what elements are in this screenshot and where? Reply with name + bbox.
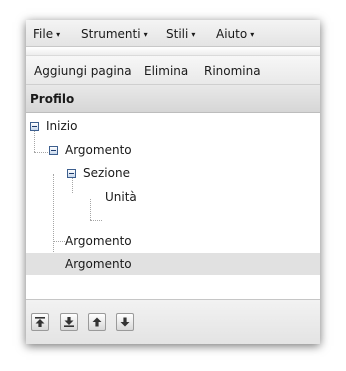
collapse-icon[interactable] <box>67 169 76 178</box>
outline-title: Profilo <box>30 92 75 106</box>
outline-tree: Inizio Argomento Sezione Unità Argomento… <box>26 113 320 299</box>
move-to-bottom-button[interactable] <box>60 313 78 331</box>
tree-node-label: Argomento <box>65 234 132 248</box>
tree-node-inizio[interactable]: Inizio <box>26 115 320 137</box>
tree-node-label: Unità <box>105 190 137 204</box>
tree-node-label: Inizio <box>46 119 78 133</box>
menu-file[interactable]: File ▾ <box>33 27 60 41</box>
tree-node-argomento-selected[interactable]: Argomento <box>26 253 320 275</box>
chevron-down-icon: ▾ <box>250 30 255 39</box>
move-down-button[interactable] <box>116 313 134 331</box>
move-to-top-button[interactable] <box>31 313 49 331</box>
toolbar: Aggiungi pagina Elimina Rinomina <box>26 56 320 85</box>
chevron-down-icon: ▾ <box>143 30 148 39</box>
menu-strumenti[interactable]: Strumenti ▾ <box>81 27 148 41</box>
rename-button[interactable]: Rinomina <box>204 64 261 78</box>
tree-node-unita[interactable]: Unità <box>26 186 320 208</box>
tree-node-sezione[interactable]: Sezione <box>26 162 320 184</box>
menu-aiuto[interactable]: Aiuto ▾ <box>216 27 254 41</box>
collapse-icon[interactable] <box>30 122 39 131</box>
bottom-toolbar <box>26 299 320 344</box>
move-up-button[interactable] <box>88 313 106 331</box>
menu-bar: File ▾ Strumenti ▾ Stili ▾ Aiuto ▾ <box>26 20 320 47</box>
move-to-bottom-icon <box>64 317 74 327</box>
delete-button[interactable]: Elimina <box>144 64 188 78</box>
collapse-icon[interactable] <box>49 146 58 155</box>
menu-aiuto-label: Aiuto <box>216 27 248 41</box>
move-up-icon <box>92 317 102 327</box>
chevron-down-icon: ▾ <box>56 30 61 39</box>
move-down-icon <box>120 317 130 327</box>
tree-node-label: Argomento <box>65 257 132 271</box>
tree-connector <box>90 220 102 221</box>
menu-strumenti-label: Strumenti <box>81 27 141 41</box>
menu-file-label: File <box>33 27 54 41</box>
tree-node-argomento[interactable]: Argomento <box>26 230 320 252</box>
chevron-down-icon: ▾ <box>191 30 196 39</box>
move-to-top-icon <box>35 317 45 327</box>
app-window: File ▾ Strumenti ▾ Stili ▾ Aiuto ▾ Aggiungi … <box>26 20 320 344</box>
tree-node-argomento[interactable]: Argomento <box>26 139 320 161</box>
menu-stili[interactable]: Stili ▾ <box>166 27 195 41</box>
tree-node-label: Argomento <box>65 143 132 157</box>
menu-stili-label: Stili <box>166 27 189 41</box>
outline-header: Profilo <box>26 85 320 113</box>
toolbar-separator <box>26 47 320 56</box>
tree-node-label: Sezione <box>83 166 130 180</box>
add-page-button[interactable]: Aggiungi pagina <box>34 64 132 78</box>
